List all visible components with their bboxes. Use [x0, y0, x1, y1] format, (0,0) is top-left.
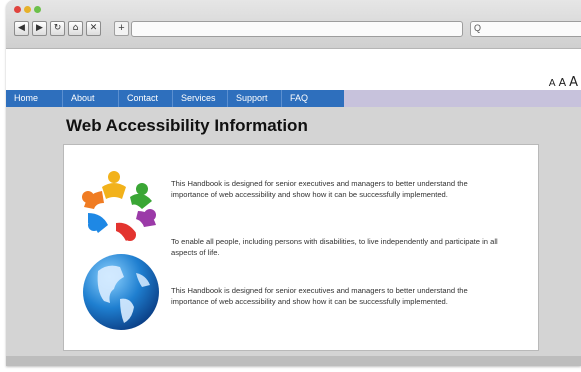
reload-button[interactable]: ↻	[50, 21, 65, 36]
text-size-controls: AAA	[549, 71, 581, 90]
text-size-small-button[interactable]: A	[549, 78, 556, 89]
text-size-medium-button[interactable]: A	[559, 76, 567, 89]
nav-services[interactable]: Services	[173, 90, 228, 107]
minimize-window-icon[interactable]	[24, 6, 31, 13]
back-button[interactable]: ◀	[14, 21, 29, 36]
new-tab-button[interactable]: +	[114, 21, 129, 36]
window-controls	[14, 6, 41, 13]
nav-support[interactable]: Support	[228, 90, 282, 107]
intro-paragraph: This Handbook is designed for senior exe…	[171, 179, 468, 199]
browser-window: ◀ ▶ ↻ ⌂ ✕ + Q AAA Home About Contact Ser…	[6, 0, 581, 366]
browser-toolbar: ◀ ▶ ↻ ⌂ ✕ + Q	[6, 0, 581, 49]
people-circle-icon	[82, 171, 156, 241]
globe-icon	[83, 254, 159, 330]
close-tab-button[interactable]: ✕	[86, 21, 101, 36]
home-button[interactable]: ⌂	[68, 21, 83, 36]
main-navigation: Home About Contact Services Support FAQ	[6, 90, 581, 107]
closing-paragraph: This Handbook is designed for senior exe…	[171, 286, 468, 306]
nav-faq[interactable]: FAQ	[282, 90, 344, 107]
content-panel: This Handbook is designed for senior exe…	[63, 144, 539, 351]
status-bar	[6, 356, 581, 366]
search-icon: Q	[474, 23, 482, 33]
page-title: Web Accessibility Information	[66, 116, 308, 135]
close-window-icon[interactable]	[14, 6, 21, 13]
address-bar[interactable]	[131, 21, 463, 37]
text-size-large-button[interactable]: A	[569, 75, 578, 90]
nav-contact[interactable]: Contact	[119, 90, 173, 107]
search-input[interactable]: Q	[470, 21, 581, 37]
browser-nav-buttons: ◀ ▶ ↻ ⌂ ✕	[14, 21, 101, 36]
page-header: AAA	[6, 49, 581, 90]
web-page: AAA Home About Contact Services Support …	[6, 49, 581, 366]
forward-button[interactable]: ▶	[32, 21, 47, 36]
maximize-window-icon[interactable]	[34, 6, 41, 13]
nav-home[interactable]: Home	[6, 90, 63, 107]
mission-paragraph: To enable all people, including persons …	[171, 237, 498, 257]
nav-about[interactable]: About	[63, 90, 119, 107]
